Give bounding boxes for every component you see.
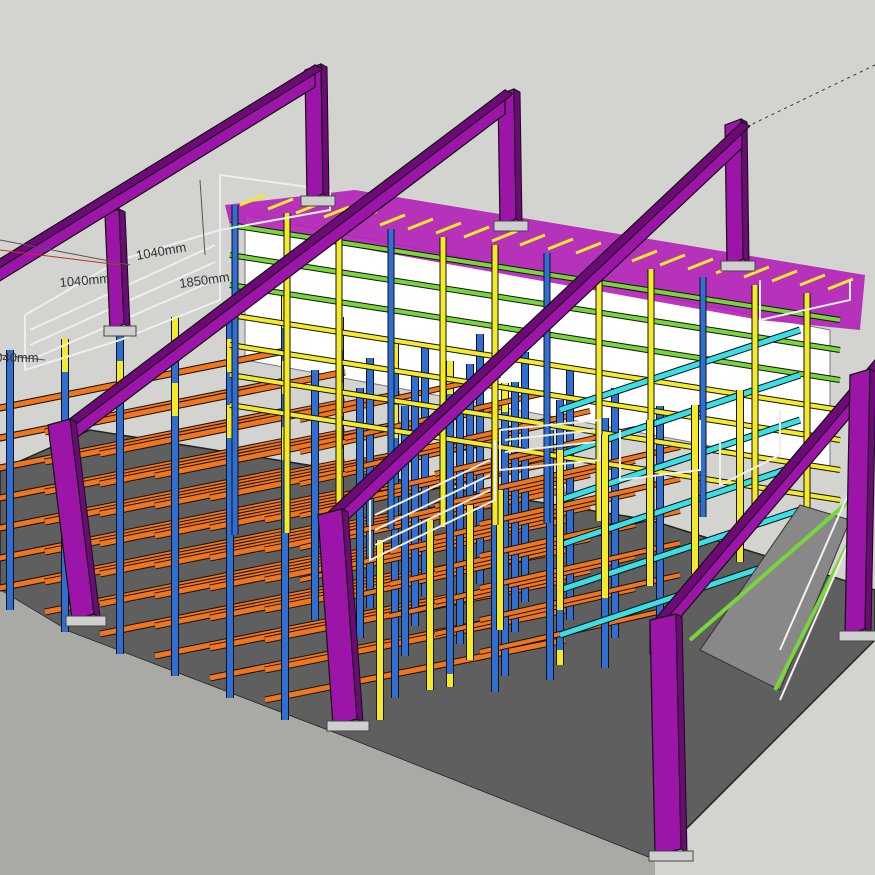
base-plate — [326, 720, 370, 732]
base-plate — [648, 850, 694, 862]
model-viewport[interactable]: 1040mm 1850mm 1040mm 1040mm — [0, 0, 875, 875]
guide-line — [739, 64, 875, 131]
base-plate — [720, 260, 756, 272]
dimension-label: 1040mm — [59, 271, 111, 290]
warehouse-racking-model: 1040mm 1850mm 1040mm 1040mm — [0, 63, 875, 875]
dimension-label: 1040mm — [0, 350, 39, 365]
dimension-label: 1040mm — [135, 239, 187, 263]
base-plate — [103, 325, 137, 337]
base-plate — [493, 220, 529, 232]
dimension-label: 1850mm — [178, 269, 230, 291]
base-plate — [300, 195, 336, 207]
base-plate — [838, 630, 875, 642]
base-plate — [65, 615, 107, 627]
